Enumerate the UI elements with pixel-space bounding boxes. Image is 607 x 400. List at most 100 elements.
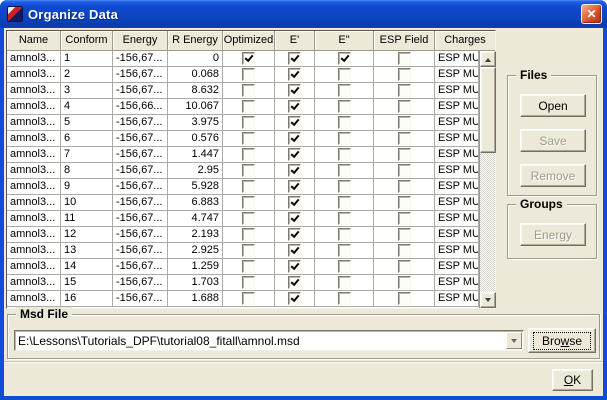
cell-energy[interactable]: -156,67...	[113, 227, 168, 243]
vertical-scrollbar[interactable]	[479, 51, 495, 308]
esp_field-checkbox[interactable]	[398, 164, 411, 177]
cell-r_energy[interactable]: 1.703	[168, 275, 223, 291]
e_prime-checkbox[interactable]	[288, 292, 301, 305]
table-row[interactable]: amnol3...3-156,67...8.632ESP MU...	[7, 83, 495, 99]
table-row[interactable]: amnol3...7-156,67...1.447ESP MU...	[7, 147, 495, 163]
cell-r_energy[interactable]: 2.95	[168, 163, 223, 179]
cell-name[interactable]: amnol3...	[7, 259, 61, 275]
e_prime-checkbox[interactable]	[288, 260, 301, 273]
optimized-checkbox[interactable]	[242, 212, 255, 225]
scroll-down-button[interactable]	[480, 292, 496, 308]
e_prime-checkbox[interactable]	[288, 164, 301, 177]
cell-conform[interactable]: 10	[61, 195, 113, 211]
e_prime-checkbox[interactable]	[288, 148, 301, 161]
cell-name[interactable]: amnol3...	[7, 291, 61, 307]
esp_field-checkbox[interactable]	[398, 180, 411, 193]
cell-name[interactable]: amnol3...	[7, 275, 61, 291]
combobox-dropdown-button[interactable]	[506, 332, 522, 349]
cell-r_energy[interactable]: 2.193	[168, 227, 223, 243]
remove-button[interactable]: Remove	[520, 164, 586, 187]
table-row[interactable]: amnol3...9-156,67...5.928 ESP MU...	[7, 179, 495, 195]
esp_field-checkbox[interactable]	[398, 292, 411, 305]
cell-energy[interactable]: -156,67...	[113, 291, 168, 307]
cell-conform[interactable]: 14	[61, 259, 113, 275]
e_prime-checkbox[interactable]	[288, 196, 301, 209]
cell-charges[interactable]: ESP MU...	[435, 195, 479, 211]
table-row[interactable]: amnol3...11-156,67...4.747ESP MU...	[7, 211, 495, 227]
cell-r_energy[interactable]: 5.928	[168, 179, 223, 195]
cell-r_energy[interactable]: 1.259	[168, 259, 223, 275]
column-header-esp_field[interactable]: ESP Field	[374, 31, 435, 51]
esp_field-checkbox[interactable]	[398, 52, 411, 65]
table-row[interactable]: amnol3...12-156,67...2.193 ESP MU...	[7, 227, 495, 243]
cell-charges[interactable]: ESP MU...	[435, 147, 479, 163]
e_prime-checkbox[interactable]	[288, 116, 301, 129]
table-row[interactable]: amnol3...2-156,67...0.068ESP MU...	[7, 67, 495, 83]
e_second-checkbox[interactable]	[338, 132, 351, 145]
e_second-checkbox[interactable]	[338, 148, 351, 161]
cell-name[interactable]: amnol3...	[7, 179, 61, 195]
open-button[interactable]: Open	[520, 94, 586, 117]
e_second-checkbox[interactable]	[338, 276, 351, 289]
cell-charges[interactable]: ESP MU...	[435, 227, 479, 243]
close-button[interactable]: ✕	[581, 4, 602, 24]
optimized-checkbox[interactable]	[242, 260, 255, 273]
cell-conform[interactable]: 12	[61, 227, 113, 243]
esp_field-checkbox[interactable]	[398, 68, 411, 81]
cell-energy[interactable]: -156,67...	[113, 259, 168, 275]
esp_field-checkbox[interactable]	[398, 244, 411, 257]
esp_field-checkbox[interactable]	[398, 196, 411, 209]
cell-charges[interactable]: ESP MU...	[435, 99, 479, 115]
cell-conform[interactable]: 1	[61, 51, 113, 67]
cell-name[interactable]: amnol3...	[7, 163, 61, 179]
cell-conform[interactable]: 15	[61, 275, 113, 291]
e_second-checkbox[interactable]	[338, 260, 351, 273]
cell-charges[interactable]: ESP MU...	[435, 51, 479, 67]
column-header-r_energy[interactable]: R Energy	[168, 31, 223, 51]
scroll-up-button[interactable]	[480, 51, 496, 67]
table-row[interactable]: amnol3...4-156,66...10.067ESP MU...	[7, 99, 495, 115]
msd-file-combobox[interactable]: E:\Lessons\Tutorials_DPF\tutorial08_fita…	[14, 330, 524, 351]
cell-name[interactable]: amnol3...	[7, 227, 61, 243]
optimized-checkbox[interactable]	[242, 276, 255, 289]
esp_field-checkbox[interactable]	[398, 84, 411, 97]
table-row[interactable]: amnol3...15-156,67...1.703ESP MU...	[7, 275, 495, 291]
optimized-checkbox[interactable]	[242, 68, 255, 81]
cell-energy[interactable]: -156,67...	[113, 115, 168, 131]
cell-charges[interactable]: ESP MU...	[435, 211, 479, 227]
esp_field-checkbox[interactable]	[398, 132, 411, 145]
e_prime-checkbox[interactable]	[288, 180, 301, 193]
cell-energy[interactable]: -156,67...	[113, 163, 168, 179]
cell-r_energy[interactable]: 10.067	[168, 99, 223, 115]
cell-energy[interactable]: -156,67...	[113, 243, 168, 259]
column-header-conform[interactable]: Conform	[61, 31, 113, 51]
table-row[interactable]: amnol3...5-156,67...3.975ESP MU...	[7, 115, 495, 131]
cell-conform[interactable]: 2	[61, 67, 113, 83]
optimized-checkbox[interactable]	[242, 84, 255, 97]
cell-energy[interactable]: -156,67...	[113, 51, 168, 67]
e_second-checkbox[interactable]	[338, 180, 351, 193]
e_second-checkbox[interactable]	[338, 292, 351, 305]
e_prime-checkbox[interactable]	[288, 276, 301, 289]
cell-energy[interactable]: -156,67...	[113, 195, 168, 211]
optimized-checkbox[interactable]	[242, 196, 255, 209]
cell-r_energy[interactable]: 6.883	[168, 195, 223, 211]
cell-charges[interactable]: ESP MU...	[435, 291, 479, 307]
cell-charges[interactable]: ESP MU...	[435, 179, 479, 195]
column-header-optimized[interactable]: Optimized	[223, 31, 275, 51]
column-header-name[interactable]: Name	[7, 31, 61, 51]
cell-conform[interactable]: 8	[61, 163, 113, 179]
cell-conform[interactable]: 9	[61, 179, 113, 195]
cell-r_energy[interactable]: 0.576	[168, 131, 223, 147]
cell-charges[interactable]: ESP MU...	[435, 115, 479, 131]
column-header-energy[interactable]: Energy	[113, 31, 168, 51]
e_second-checkbox[interactable]	[338, 228, 351, 241]
e_second-checkbox[interactable]	[338, 212, 351, 225]
scrollbar-thumb[interactable]	[480, 67, 496, 153]
cell-conform[interactable]: 7	[61, 147, 113, 163]
cell-energy[interactable]: -156,67...	[113, 131, 168, 147]
esp_field-checkbox[interactable]	[398, 148, 411, 161]
cell-energy[interactable]: -156,67...	[113, 179, 168, 195]
cell-charges[interactable]: ESP MU...	[435, 275, 479, 291]
cell-name[interactable]: amnol3...	[7, 211, 61, 227]
